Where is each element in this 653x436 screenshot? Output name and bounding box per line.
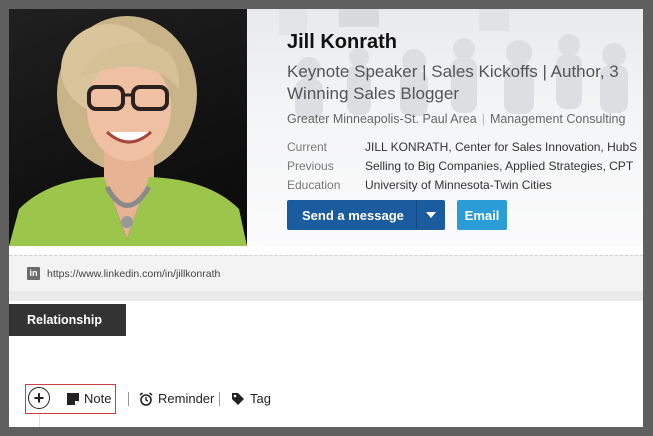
detail-label: Current	[287, 140, 328, 154]
note-icon	[67, 392, 79, 405]
note-label: Note	[84, 391, 112, 406]
tag-label: Tag	[250, 391, 271, 406]
separator: |	[481, 112, 485, 126]
profile-headline: Keynote Speaker | Sales Kickoffs | Autho…	[287, 61, 643, 105]
tab-relationship[interactable]: Relationship	[9, 304, 126, 336]
location-link[interactable]: Greater Minneapolis-St. Paul Area	[287, 112, 477, 126]
headline-line-1: Keynote Speaker | Sales Kickoffs | Autho…	[287, 62, 619, 81]
profile-url-link[interactable]: https://www.linkedin.com/in/jillkonrath	[47, 268, 220, 280]
tag-icon	[232, 392, 244, 405]
detail-row-current: Current JILL KONRATH, Center for Sales I…	[287, 140, 637, 159]
industry-link[interactable]: Management Consulting	[490, 112, 626, 126]
profile-header: Jill Konrath Keynote Speaker | Sales Kic…	[9, 9, 643, 246]
detail-row-education: Education University of Minnesota-Twin C…	[287, 178, 637, 197]
detail-label: Education	[287, 178, 341, 192]
linkedin-icon: in	[27, 267, 40, 280]
detail-label: Previous	[287, 159, 334, 173]
detail-value[interactable]: Selling to Big Companies, Applied Strate…	[365, 159, 633, 178]
profile-details: Current JILL KONRATH, Center for Sales I…	[287, 140, 637, 197]
message-options-dropdown[interactable]	[416, 200, 445, 230]
alarm-clock-icon	[139, 391, 153, 406]
plus-circle-icon[interactable]: +	[28, 387, 50, 409]
profile-name: Jill Konrath	[287, 31, 398, 53]
send-message-button[interactable]: Send a message	[287, 200, 445, 230]
profile-photo[interactable]	[9, 9, 247, 246]
headline-line-2: Winning Sales Blogger	[287, 84, 459, 103]
section-divider	[9, 291, 643, 301]
portrait-image	[9, 16, 247, 246]
timeline-rule	[39, 414, 40, 427]
relationship-actions: + Note Reminder Tag	[25, 384, 285, 414]
profile-url-bar: in https://www.linkedin.com/in/jillkonra…	[9, 255, 643, 292]
reminder-label: Reminder	[158, 391, 215, 406]
detail-value[interactable]: University of Minnesota-Twin Cities	[365, 178, 552, 197]
email-button[interactable]: Email	[457, 200, 507, 230]
profile-card: Jill Konrath Keynote Speaker | Sales Kic…	[9, 9, 643, 427]
location-industry: Greater Minneapolis-St. Paul Area | Manage…	[287, 112, 625, 126]
tag-button[interactable]: Tag	[231, 391, 271, 406]
action-separator	[219, 392, 220, 406]
detail-value[interactable]: JILL KONRATH, Center for Sales Innovatio…	[365, 140, 637, 159]
note-button[interactable]: Note	[67, 391, 111, 406]
send-message-label: Send a message	[302, 207, 404, 223]
caret-down-icon	[426, 212, 436, 218]
reminder-button[interactable]: Reminder	[139, 391, 214, 406]
detail-row-previous: Previous Selling to Big Companies, Appli…	[287, 159, 637, 178]
action-separator	[128, 392, 129, 406]
